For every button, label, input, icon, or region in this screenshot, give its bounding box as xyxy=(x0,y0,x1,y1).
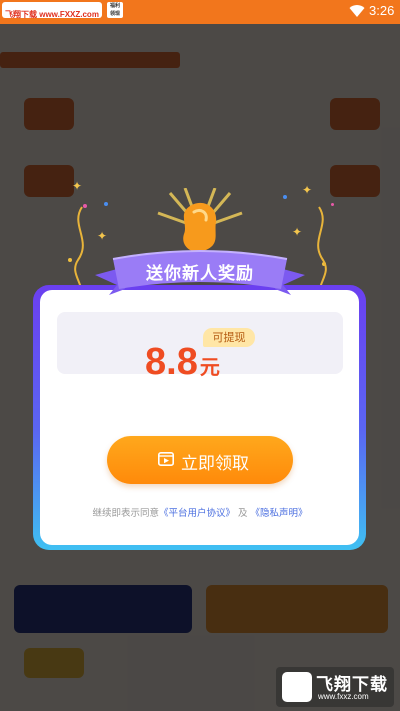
agreement-prefix: 继续即表示同意 xyxy=(92,508,159,519)
confetti-dot xyxy=(104,202,108,206)
amount-value: 8.8 xyxy=(145,341,198,383)
claim-button-label: 立即领取 xyxy=(181,454,249,474)
claim-now-button[interactable]: 立即领取 xyxy=(107,436,293,484)
status-bar: 飞翔下载 www.FXXZ.com 福利 领现 3:26 xyxy=(0,0,400,24)
status-time: 3:26 xyxy=(369,3,395,18)
agreement-text: 继续即表示同意《平台用户协议》 及 《隐私声明》 xyxy=(0,505,400,519)
wifi-icon xyxy=(349,5,365,18)
sparkle-icon: ✦ xyxy=(72,179,83,193)
amount-unit: 元 xyxy=(199,355,220,379)
watermark: 飞翔下载 www.fxxz.com xyxy=(276,667,394,707)
site-badge: 飞翔下载 www.FXXZ.com xyxy=(2,2,102,19)
reward-amount: 8.8 元 xyxy=(145,341,220,384)
privacy-policy-link[interactable]: 《隐私声明》 xyxy=(251,508,308,519)
agreement-and: 及 xyxy=(238,508,248,519)
sparkle-icon: ✦ xyxy=(292,225,303,239)
video-play-icon xyxy=(158,452,174,466)
site-label: 飞翔下载 www.FXXZ.com xyxy=(5,10,99,19)
user-agreement-link[interactable]: 《平台用户协议》 xyxy=(159,508,235,519)
sparkle-icon: ✦ xyxy=(97,229,108,243)
watermark-url: www.fxxz.com xyxy=(318,692,369,701)
confetti-dot xyxy=(283,195,287,199)
modal-title: 送你新人奖励 xyxy=(146,264,254,284)
sparkle-icon: ✦ xyxy=(302,183,313,197)
small-badge: 福利 领现 xyxy=(107,2,123,18)
watermark-logo-icon xyxy=(282,672,312,702)
